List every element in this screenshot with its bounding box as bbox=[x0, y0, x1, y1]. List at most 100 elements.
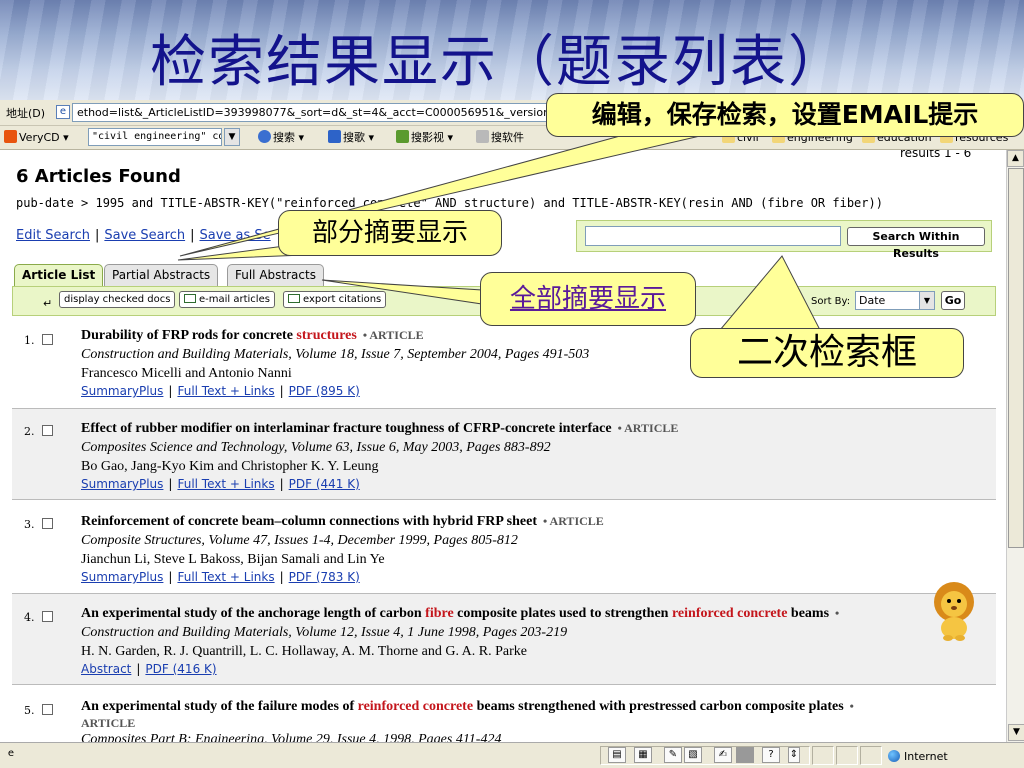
lion-mascot-icon bbox=[934, 582, 974, 641]
result-authors: Jianchun Li, Steve L Bakoss, Bijan Samal… bbox=[81, 552, 385, 567]
sort-by-label: Sort By: bbox=[811, 296, 851, 307]
address-input[interactable]: ethod=list&_ArticleListID=393998077&_sor… bbox=[72, 103, 572, 122]
callout-partial-abstracts: 部分摘要显示 bbox=[278, 210, 502, 256]
magnifier-icon bbox=[258, 130, 271, 143]
result-authors: Francesco Micelli and Antonio Nanni bbox=[81, 366, 292, 381]
result-row: 2. Effect of rubber modifier on interlam… bbox=[12, 408, 996, 500]
toolbar-search-input[interactable]: "civil engineering" cd bbox=[88, 128, 222, 146]
result-links: Abstract | PDF (416 K) bbox=[81, 662, 217, 676]
summaryplus-link[interactable]: SummaryPlus bbox=[81, 477, 163, 491]
result-checkbox[interactable] bbox=[42, 334, 53, 345]
tab-article-list[interactable]: Article List bbox=[14, 264, 104, 287]
result-authors: H. N. Garden, R. J. Quantrill, L. C. Hol… bbox=[81, 644, 527, 659]
result-title[interactable]: Reinforcement of concrete beam–column co… bbox=[81, 514, 604, 530]
query-string: pub-date > 1995 and TITLE-ABSTR-KEY("rei… bbox=[16, 196, 883, 210]
result-title[interactable]: Effect of rubber modifier on interlamina… bbox=[81, 421, 678, 437]
keyboard-icon[interactable]: ▦ bbox=[634, 747, 652, 763]
envelope-icon bbox=[184, 294, 196, 303]
software-icon bbox=[476, 130, 489, 143]
scroll-down-arrow-icon[interactable]: ▼ bbox=[1008, 724, 1024, 741]
music-icon bbox=[328, 130, 341, 143]
address-label: 地址(D) bbox=[6, 107, 46, 120]
result-number: 1. bbox=[24, 334, 35, 347]
result-source: Composites Part B: Engineering, Volume 2… bbox=[81, 732, 502, 742]
tab-partial-abstracts[interactable]: Partial Abstracts bbox=[104, 264, 219, 286]
slide-header: 检索结果显示（题录列表） bbox=[0, 0, 1024, 100]
vertical-scrollbar[interactable]: ▲ ▼ bbox=[1006, 150, 1024, 742]
search-within-panel: Search Within Results bbox=[576, 220, 992, 260]
display-checked-button[interactable]: display checked docs bbox=[59, 291, 176, 308]
result-number: 3. bbox=[24, 518, 35, 531]
results-range: results 1 - 6 bbox=[900, 150, 972, 160]
status-cell bbox=[812, 746, 834, 765]
pen-icon[interactable]: ✎ bbox=[664, 747, 682, 763]
callout-full-abstracts: 全部摘要显示 bbox=[480, 272, 696, 326]
result-checkbox[interactable] bbox=[42, 518, 53, 529]
sort-select[interactable]: Date ▼ bbox=[855, 291, 935, 310]
result-checkbox[interactable] bbox=[42, 425, 53, 436]
result-source: Construction and Building Materials, Vol… bbox=[81, 625, 568, 640]
result-source: Composite Structures, Volume 47, Issues … bbox=[81, 533, 518, 548]
result-number: 2. bbox=[24, 425, 35, 438]
result-row: 5. An experimental study of the failure … bbox=[12, 686, 996, 742]
edit-icon[interactable]: ✍ bbox=[714, 747, 732, 763]
search-within-button[interactable]: Search Within Results bbox=[847, 227, 985, 260]
result-title[interactable]: An experimental study of the anchorage l… bbox=[81, 606, 839, 622]
ie-page-icon: e bbox=[7, 748, 15, 759]
security-zone: Internet bbox=[888, 750, 948, 763]
slide-title: 检索结果显示（题录列表） bbox=[150, 30, 846, 95]
result-checkbox[interactable] bbox=[42, 704, 53, 715]
corner-arrow-icon: ↵ bbox=[43, 297, 53, 310]
status-cell bbox=[860, 746, 882, 765]
abstract-link[interactable]: Abstract bbox=[81, 662, 131, 676]
result-authors: Bo Gao, Jang-Kyo Kim and Christopher K. … bbox=[81, 459, 379, 474]
globe-icon bbox=[888, 750, 900, 762]
fulltext-link[interactable]: Full Text + Links bbox=[177, 570, 274, 584]
export-citations-button[interactable]: export citations bbox=[283, 291, 387, 308]
result-row: 4. An experimental study of the anchorag… bbox=[12, 593, 996, 685]
tablet-icon[interactable]: ▧ bbox=[684, 747, 702, 763]
block-icon bbox=[736, 747, 754, 763]
search-within-input[interactable] bbox=[585, 226, 841, 246]
result-source: Composites Science and Technology, Volum… bbox=[81, 440, 551, 455]
summaryplus-link[interactable]: SummaryPlus bbox=[81, 384, 163, 398]
status-bar: e ▤ ▦ ✎ ▧ ✍ ? ⇕ Internet bbox=[0, 742, 1024, 768]
scroll-thumb[interactable] bbox=[1008, 168, 1024, 548]
save-alert-link[interactable]: Save as Se bbox=[199, 228, 270, 243]
film-icon bbox=[396, 130, 409, 143]
souge-button[interactable]: 搜歌 ▾ bbox=[328, 129, 374, 146]
email-articles-button[interactable]: e-mail articles bbox=[179, 291, 275, 308]
pdf-link[interactable]: PDF (441 K) bbox=[289, 477, 360, 491]
edit-search-link[interactable]: Edit Search bbox=[16, 228, 90, 243]
verycd-button[interactable]: VeryCD ▾ bbox=[4, 129, 69, 146]
callout-search-within: 二次检索框 bbox=[690, 328, 964, 378]
pdf-link[interactable]: PDF (895 K) bbox=[289, 384, 360, 398]
save-search-link[interactable]: Save Search bbox=[104, 228, 185, 243]
spin-icon[interactable]: ⇕ bbox=[788, 747, 800, 763]
page-icon: e bbox=[56, 105, 70, 119]
summaryplus-link[interactable]: SummaryPlus bbox=[81, 570, 163, 584]
pdf-link[interactable]: PDF (416 K) bbox=[145, 662, 216, 676]
souyingshi-button[interactable]: 搜影视 ▾ bbox=[396, 129, 453, 146]
scroll-up-arrow-icon[interactable]: ▲ bbox=[1007, 150, 1024, 167]
result-title[interactable]: Durability of FRP rods for concrete stru… bbox=[81, 328, 424, 344]
souruanjian-button[interactable]: 搜软件 bbox=[476, 129, 524, 146]
result-kind: ARTICLE bbox=[81, 716, 136, 730]
heart-icon bbox=[4, 130, 17, 143]
result-row: 3. Reinforcement of concrete beam–column… bbox=[12, 502, 996, 594]
search-links: Edit Search | Save Search | Save as Se bbox=[16, 228, 271, 243]
fulltext-link[interactable]: Full Text + Links bbox=[177, 384, 274, 398]
sort-go-button[interactable]: Go bbox=[941, 291, 965, 310]
toolbar-search-dropdown[interactable]: ▼ bbox=[224, 128, 240, 146]
callout-save-email: 编辑，保存检索，设置EMAIL提示 bbox=[546, 93, 1024, 137]
result-title[interactable]: An experimental study of the failure mod… bbox=[81, 699, 854, 715]
browser-viewport: results 1 - 6 6 Articles Found pub-date … bbox=[0, 150, 1006, 742]
sousuo-button[interactable]: 搜索 ▾ bbox=[258, 129, 304, 146]
help-icon[interactable]: ? bbox=[762, 747, 780, 763]
fulltext-link[interactable]: Full Text + Links bbox=[177, 477, 274, 491]
tab-full-abstracts[interactable]: Full Abstracts bbox=[227, 264, 324, 286]
doc-icon[interactable]: ▤ bbox=[608, 747, 626, 763]
result-checkbox[interactable] bbox=[42, 611, 53, 622]
slide: 检索结果显示（题录列表） 地址(D) e ethod=list&_Article… bbox=[0, 0, 1024, 768]
pdf-link[interactable]: PDF (783 K) bbox=[289, 570, 360, 584]
